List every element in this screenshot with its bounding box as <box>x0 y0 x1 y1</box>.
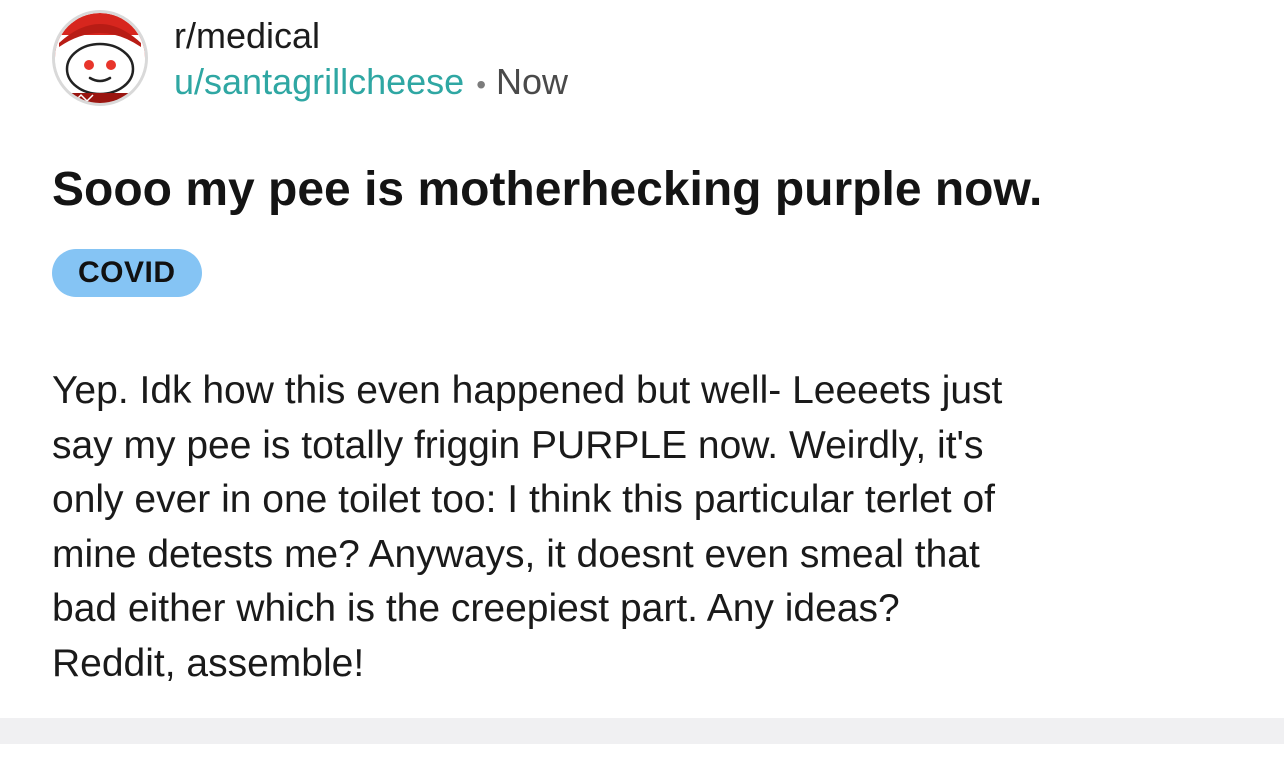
body-line: mine detests me? Anyways, it doesnt even… <box>52 532 980 576</box>
body-line: say my pee is totally friggin PURPLE now… <box>52 423 984 467</box>
body-line: Yep. Idk how this even happened but well… <box>52 369 1003 412</box>
flair-badge[interactable]: COVID <box>52 249 202 297</box>
post-title[interactable]: Sooo my pee is motherhecking purple now. <box>52 158 1042 222</box>
byline: u/santagrillcheese • Now <box>174 60 568 107</box>
post-body: Yep. Idk how this even happened but well… <box>52 364 1252 691</box>
body-line: only ever in one toilet too: I think thi… <box>52 478 995 521</box>
snoo-avatar-icon[interactable] <box>52 10 148 106</box>
post-card[interactable]: r/medical u/santagrillcheese • Now Sooo my… <box>0 0 1284 718</box>
body-line: Reddit, assemble! <box>52 641 365 685</box>
post-separator-bar <box>0 718 1284 744</box>
username-link[interactable]: u/santagrillcheese <box>174 61 464 102</box>
post-header: r/medical u/santagrillcheese • Now <box>52 10 752 110</box>
body-line: bad either which is the creepiest part. … <box>52 587 900 630</box>
subreddit-link[interactable]: r/medical <box>174 14 568 58</box>
post-meta: r/medical u/santagrillcheese • Now <box>174 14 568 107</box>
separator-dot: • <box>476 69 486 100</box>
post-time: Now <box>496 61 569 102</box>
